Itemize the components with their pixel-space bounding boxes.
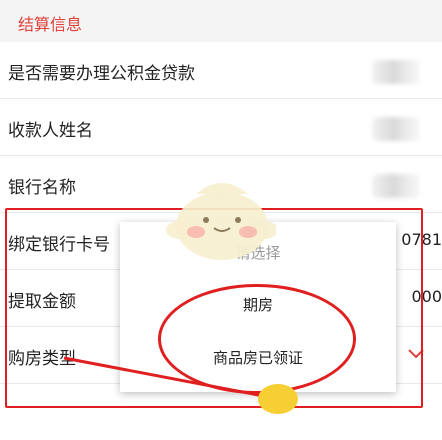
option-presale-house[interactable]: 期房	[120, 294, 396, 315]
row-label: 是否需要办理公积金贷款	[8, 64, 195, 84]
blurred-value	[372, 60, 420, 84]
amount-value: 000	[411, 287, 442, 306]
card-number-value: 0781	[401, 230, 442, 249]
row-bank-name[interactable]: 银行名称	[0, 156, 442, 213]
row-label: 银行名称	[8, 178, 76, 198]
row-payee-name[interactable]: 收款人姓名	[0, 99, 442, 156]
row-label: 收款人姓名	[8, 121, 93, 141]
row-housing-fund-loan[interactable]: 是否需要办理公积金贷款	[0, 42, 442, 99]
row-label: 绑定银行卡号	[8, 235, 110, 255]
row-label: 提取金额	[8, 292, 76, 312]
blurred-value	[372, 174, 420, 198]
option-commercial-certified[interactable]: 商品房已领证	[120, 347, 396, 368]
chevron-down-icon[interactable]	[406, 345, 426, 363]
row-label: 购房类型	[8, 349, 76, 369]
purchase-type-dropdown[interactable]: 请选择 期房 商品房已领证	[120, 222, 396, 392]
section-header: 结算信息	[0, 0, 442, 42]
dropdown-placeholder: 请选择	[235, 244, 281, 262]
sticker-blob	[258, 384, 298, 414]
section-title: 结算信息	[18, 15, 83, 34]
blurred-value	[372, 117, 420, 141]
row-next	[0, 384, 442, 440]
